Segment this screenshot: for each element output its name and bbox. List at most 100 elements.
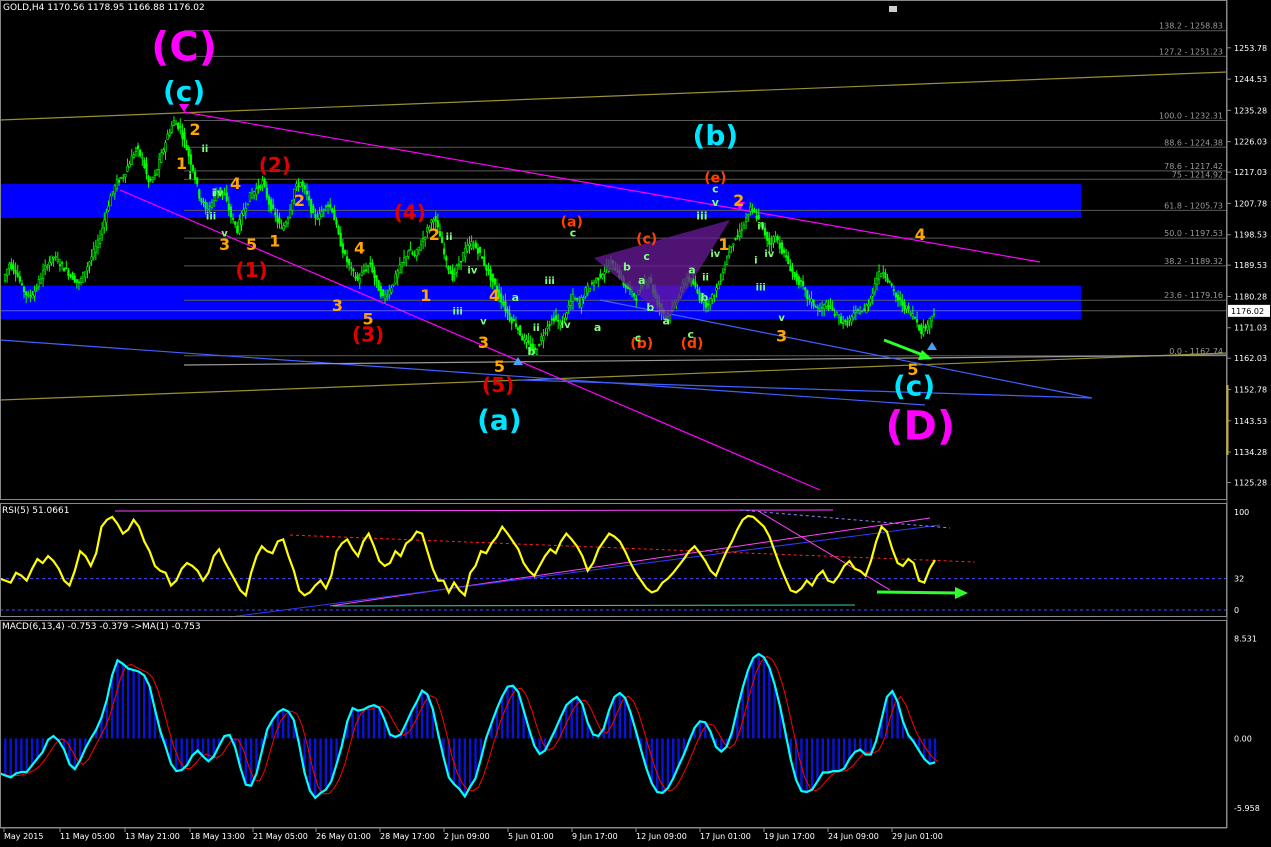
wave-label: i — [754, 256, 757, 267]
candle-body — [236, 225, 239, 233]
price-tick-label: 1189.53 — [1234, 261, 1267, 270]
macd-histogram-bar — [821, 738, 824, 773]
candle-body — [267, 196, 271, 205]
current-price-label: 1176.02 — [1231, 307, 1264, 316]
candle-body — [694, 282, 697, 287]
wave-labels: (C)(c)(D)(c)(b)(a)(e)(1)(2)(3)(4)(5)(a)(… — [151, 25, 955, 450]
trend-line — [519, 379, 1093, 399]
candle-body — [322, 209, 325, 211]
macd-histogram-bar — [127, 668, 130, 739]
candle-body — [747, 214, 750, 217]
candle-body — [504, 301, 507, 312]
candle-body — [170, 125, 173, 133]
candle-body — [227, 203, 230, 211]
price-tick-label: 1226.03 — [1234, 138, 1267, 147]
fib-label: 38.2 - 1189.32 — [1164, 257, 1223, 266]
candle-body — [888, 280, 891, 283]
candle-body — [94, 246, 97, 253]
candle-body — [48, 261, 51, 266]
candle-body — [909, 312, 912, 315]
volume-marker — [1226, 385, 1229, 455]
candle-body — [181, 130, 184, 139]
candle-body — [835, 312, 838, 316]
candle-body — [552, 317, 556, 322]
macd-histogram-bar — [4, 738, 7, 776]
fib-label: 100.0 - 1232.31 — [1159, 111, 1223, 120]
candle-body — [734, 237, 737, 241]
candle-body — [253, 191, 256, 196]
candle-body — [265, 187, 268, 198]
candle-body — [46, 266, 49, 269]
candle-body — [402, 257, 406, 263]
wave-label: 2 — [733, 191, 744, 210]
rsi-pane — [0, 509, 1227, 618]
candle-body — [833, 314, 836, 316]
wave-label: (1) — [235, 258, 267, 282]
time-tick-label: 21 May 05:00 — [253, 832, 308, 841]
wave-label: iii — [545, 276, 555, 287]
candle-body — [417, 246, 420, 251]
candle-body — [483, 256, 486, 266]
candle-body — [56, 259, 59, 262]
candle-body — [850, 316, 853, 323]
macd-histogram-bar — [287, 711, 290, 739]
candle-body — [177, 122, 180, 130]
macd-histogram-bar — [9, 738, 12, 778]
candle-body — [820, 307, 824, 309]
candle-body — [145, 163, 148, 174]
macd-histogram-bar — [281, 709, 285, 739]
candle-body — [787, 256, 790, 264]
supply-demand-zone — [0, 184, 1081, 218]
candle-body — [449, 271, 452, 274]
wave-label: c — [635, 331, 642, 344]
candle-body — [801, 281, 805, 287]
macd-histogram-bar — [137, 671, 141, 739]
macd-histogram-bar — [623, 697, 627, 739]
fib-label: 75 - 1214.92 — [1172, 170, 1223, 179]
candle-body — [316, 217, 319, 220]
candle-body — [519, 325, 522, 336]
candle-body — [905, 305, 908, 310]
wave-label: 2 — [429, 225, 440, 244]
candle-body — [829, 305, 832, 307]
price-tick-label: 1171.03 — [1234, 324, 1267, 333]
close-icon[interactable] — [889, 6, 897, 12]
candle-body — [462, 252, 465, 262]
wave-label: b — [527, 345, 535, 358]
candle-body — [388, 290, 391, 295]
candle-body — [586, 285, 589, 294]
time-tick-label: 12 Jun 09:00 — [636, 832, 687, 841]
candle-body — [808, 297, 811, 300]
price-tick-label: 1217.03 — [1234, 168, 1267, 177]
candle-body — [711, 294, 714, 300]
candle-body — [554, 315, 558, 320]
candle-body — [873, 283, 876, 293]
candle-body — [920, 324, 923, 335]
candle-body — [597, 277, 600, 281]
candle-body — [234, 221, 237, 225]
candle-body — [394, 273, 397, 284]
wave-label: v — [221, 229, 228, 240]
candle-body — [73, 275, 76, 283]
wave-label: 5 — [363, 309, 374, 328]
candle-body — [105, 212, 108, 223]
candle-body — [231, 218, 235, 220]
wave-label: a — [594, 321, 601, 334]
candle-body — [341, 243, 344, 253]
candle-body — [753, 209, 756, 213]
macd-histogram-bar — [864, 738, 867, 755]
time-tick-label: 11 May 05:00 — [60, 832, 115, 841]
candle-body — [246, 203, 249, 206]
candle-body — [27, 294, 30, 297]
fib-label: 23.6 - 1179.16 — [1164, 291, 1223, 300]
candle-body — [31, 294, 34, 298]
candle-body — [567, 305, 570, 308]
macd-histogram-bar — [319, 738, 322, 794]
macd-histogram-bar — [752, 657, 755, 739]
rsi-tick-label: 0 — [1234, 606, 1239, 615]
candle-body — [90, 256, 93, 261]
time-tick-label: 2 Jun 09:00 — [444, 832, 490, 841]
wave-label: (C) — [151, 25, 217, 71]
candle-body — [899, 297, 902, 301]
rsi-tick-label: 32 — [1234, 575, 1244, 584]
